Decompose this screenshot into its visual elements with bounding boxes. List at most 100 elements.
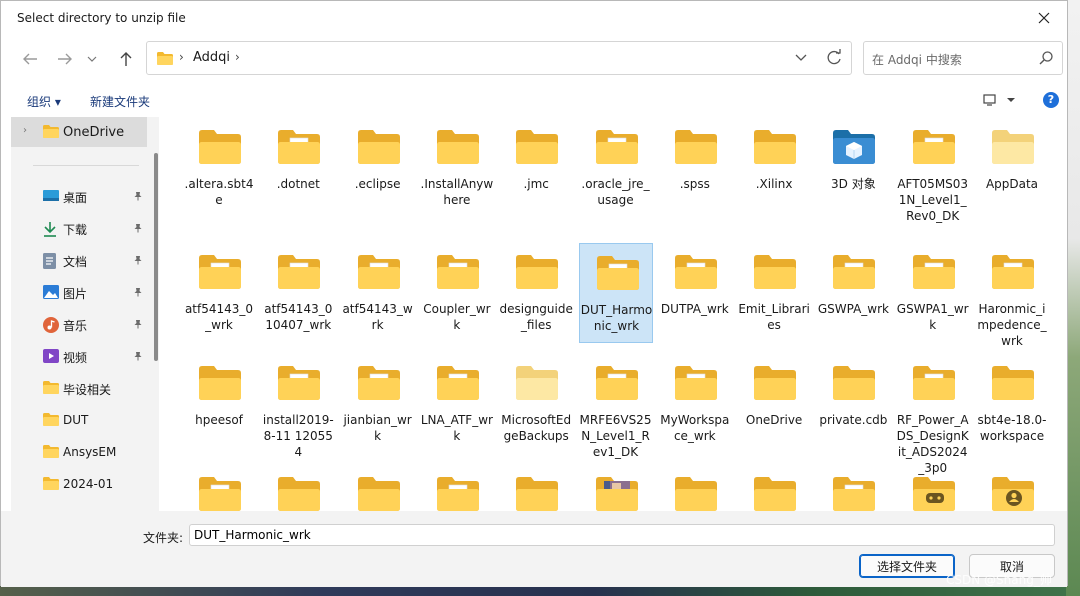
folder-item[interactable]: sbt4e-18.0-workspace <box>975 354 1049 454</box>
folder-name: LNA_ATF_wrk <box>420 413 493 443</box>
organize-menu[interactable]: 组织 ▾ <box>27 93 61 110</box>
folder-item[interactable] <box>737 465 811 511</box>
folder-item[interactable] <box>499 465 573 511</box>
sidebar-item[interactable]: 毕设相关 <box>11 375 151 403</box>
sidebar-item[interactable]: 下载 <box>11 215 151 243</box>
folder-item[interactable]: Haronmic_impedence_wrk <box>975 243 1049 348</box>
folder-item[interactable]: OneDrive <box>737 354 811 454</box>
pin-icon <box>133 350 143 365</box>
folder-item[interactable]: .Xilinx <box>737 118 811 218</box>
folder-item[interactable]: hpeesof <box>182 354 256 454</box>
folder-item[interactable] <box>975 465 1049 511</box>
folder-icon <box>278 130 321 168</box>
folder-icon <box>992 477 1034 511</box>
sidebar-item[interactable]: 图片 <box>11 279 151 307</box>
folder-item[interactable]: install2019-8-11 120554 <box>261 354 335 459</box>
sidebar-item-label: AnsysEM <box>63 445 117 459</box>
folder-item[interactable]: GSWPA_wrk <box>816 243 890 343</box>
folder-icon <box>992 366 1034 404</box>
folder-item[interactable]: GSWPA1_wrk <box>896 243 970 343</box>
folder-item[interactable]: jianbian_wrk <box>341 354 415 454</box>
address-history-button[interactable] <box>795 48 807 72</box>
folder-item[interactable]: Emit_Libraries <box>737 243 811 343</box>
sidebar-item-label: 毕设相关 <box>63 383 112 397</box>
folder-item[interactable]: designguide_files <box>499 243 573 343</box>
help-icon[interactable]: ? <box>1043 92 1059 108</box>
folder-item[interactable]: DUT_Harmonic_wrk <box>578 243 653 343</box>
folder-name: jianbian_wrk <box>343 413 412 443</box>
folder-icon <box>199 255 241 293</box>
folder-icon <box>199 477 241 511</box>
address-bar[interactable]: › Addqi › <box>146 41 852 75</box>
folder-item[interactable]: AFT05MS031N_Level1_Rev0_DK <box>896 118 970 223</box>
up-button[interactable] <box>111 45 141 73</box>
refresh-icon <box>827 49 841 65</box>
folder-item[interactable]: atf54143_0_wrk <box>182 243 256 343</box>
folder-item[interactable] <box>182 465 256 511</box>
refresh-button[interactable] <box>825 48 843 72</box>
sidebar-item[interactable]: 2024-01 <box>11 471 151 499</box>
breadcrumb-separator[interactable]: › <box>235 50 240 64</box>
folder-icon <box>516 366 559 404</box>
folder-item[interactable] <box>261 465 335 511</box>
select-folder-button[interactable]: 选择文件夹 <box>859 554 955 578</box>
search-placeholder[interactable]: 在 Addqi 中搜索 <box>872 51 962 68</box>
folder-name: .InstallAnywhere <box>420 177 494 207</box>
unzip-folder-dialog: Select directory to unzip file › Addqi › <box>0 0 1068 587</box>
folder-item[interactable] <box>579 465 653 511</box>
folder-name: DUT_Harmonic_wrk <box>580 303 653 333</box>
folder-item[interactable]: Coupler_wrk <box>420 243 494 343</box>
sidebar-item-label: 图片 <box>63 287 88 301</box>
folder-icon <box>992 130 1034 168</box>
new-folder-button[interactable]: 新建文件夹 <box>90 93 150 110</box>
folder-item[interactable] <box>341 465 415 511</box>
folder-item[interactable]: .oracle_jre_usage <box>579 118 653 218</box>
sidebar-item[interactable]: AnsysEM <box>11 439 151 467</box>
view-options-button[interactable] <box>983 93 1019 111</box>
folder-item[interactable]: MyWorkspace_wrk <box>658 354 732 454</box>
folder-item[interactable]: MRFE6VS25N_Level1_Rev1_DK <box>579 354 653 459</box>
folder-item[interactable]: 3D 对象 <box>816 118 890 218</box>
folder-item[interactable]: private.cdb <box>816 354 890 454</box>
back-button[interactable] <box>15 45 45 73</box>
sidebar-item[interactable]: 视频 <box>11 343 151 371</box>
folder-item[interactable]: atf54143_wrk <box>341 243 415 343</box>
folder-icon <box>278 477 321 511</box>
folder-item[interactable] <box>896 465 970 511</box>
recent-locations-button[interactable] <box>81 45 103 73</box>
close-button[interactable] <box>1021 1 1067 35</box>
folder-item[interactable] <box>816 465 890 511</box>
sidebar-item[interactable]: 桌面 <box>11 183 151 211</box>
folder-icon <box>357 366 400 404</box>
breadcrumb-current[interactable]: Addqi <box>193 50 230 65</box>
folder-item[interactable]: .altera.sbt4e <box>182 118 256 218</box>
folder-item[interactable]: .InstallAnywhere <box>420 118 494 218</box>
folder-item[interactable] <box>420 465 494 511</box>
chevron-right-icon[interactable]: › <box>23 125 27 136</box>
folder-item[interactable]: atf54143_010407_wrk <box>261 243 335 343</box>
folder-item[interactable]: AppData <box>975 118 1049 218</box>
sidebar-item[interactable]: 音乐 <box>11 311 151 339</box>
search-box[interactable]: 在 Addqi 中搜索 <box>863 41 1063 75</box>
sidebar-item-label: 音乐 <box>63 319 88 333</box>
forward-button[interactable] <box>50 45 80 73</box>
folder-item[interactable]: MicrosoftEdgeBackups <box>499 354 573 454</box>
folder-item[interactable]: .jmc <box>499 118 573 218</box>
sidebar-divider <box>33 165 139 166</box>
folder-name-input[interactable] <box>189 524 1055 546</box>
folder-item[interactable]: LNA_ATF_wrk <box>420 354 494 454</box>
folder-item[interactable]: .dotnet <box>261 118 335 218</box>
folder-item[interactable]: RF_Power_ADS_DesignKit_ADS2024_3p0 <box>896 354 970 475</box>
search-icon[interactable] <box>1038 50 1054 66</box>
folder-item[interactable]: .spss <box>658 118 732 218</box>
sidebar-item[interactable]: DUT <box>11 407 151 435</box>
folder-item[interactable]: DUTPA_wrk <box>658 243 732 343</box>
folder-name: .jmc <box>523 177 549 191</box>
sidebar-item[interactable]: 文档 <box>11 247 151 275</box>
sidebar-scrollbar[interactable] <box>154 153 158 361</box>
folder-icon <box>992 255 1034 293</box>
command-bar: 组织 ▾ 新建文件夹 ? <box>1 89 1067 113</box>
sidebar-item-onedrive[interactable]: › OneDrive <box>11 117 151 145</box>
folder-item[interactable] <box>658 465 732 511</box>
folder-item[interactable]: .eclipse <box>341 118 415 218</box>
